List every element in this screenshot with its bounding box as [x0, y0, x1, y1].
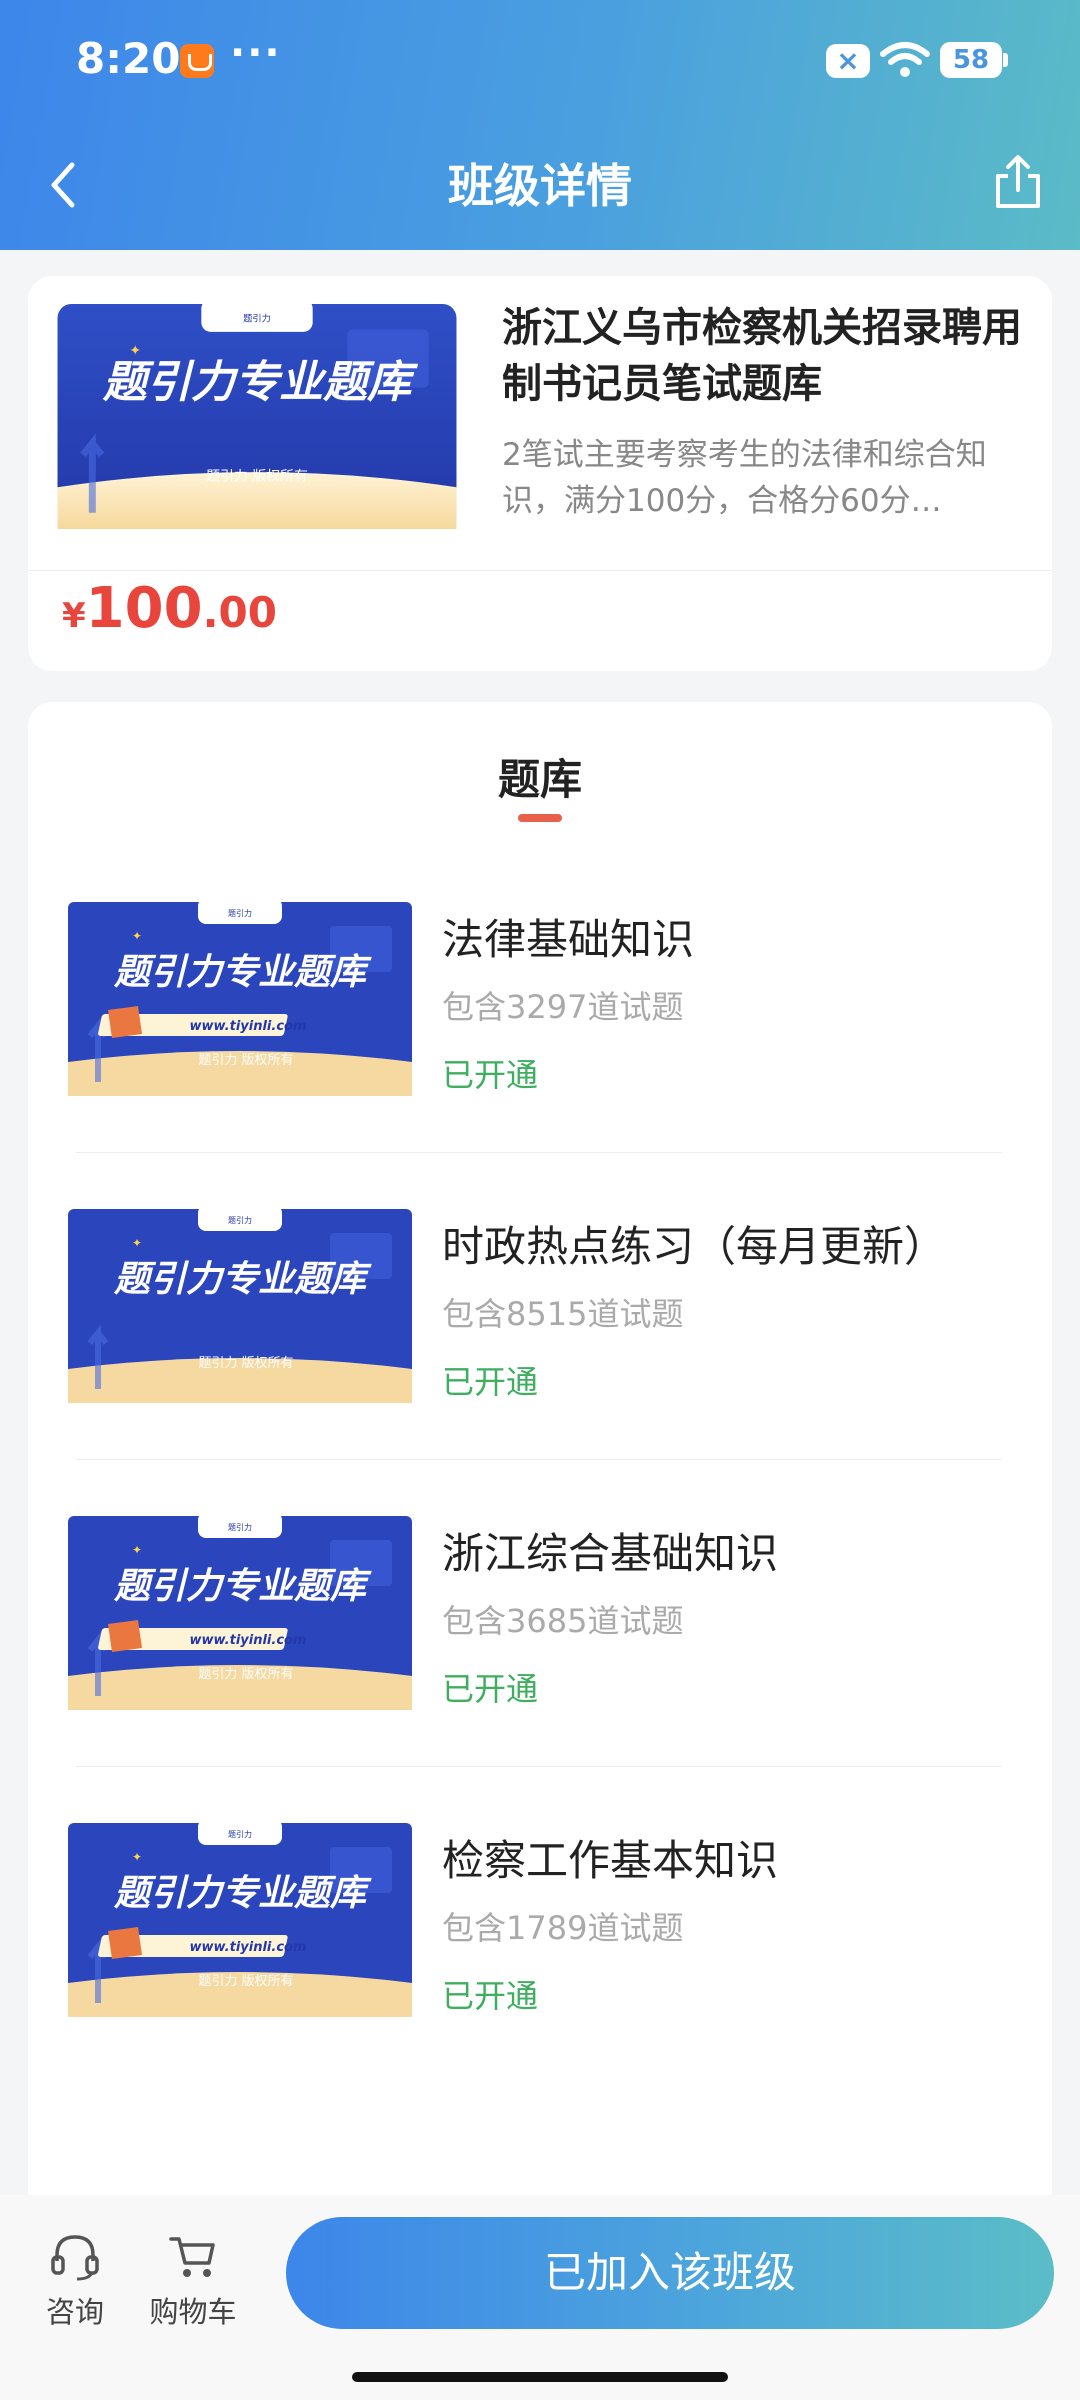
headset-icon [51, 2235, 99, 2281]
status-badge: 已开通 [442, 1363, 539, 1401]
thumb-url: www.tiyinli.com [189, 1019, 306, 1034]
price-decimal: .00 [202, 588, 277, 637]
cart-icon [169, 2237, 215, 2277]
thumb-copyright: 题引力 版权所有 [198, 1666, 293, 1682]
course-title: 浙江义乌市检察机关招录聘用制书记员笔试题库 [502, 305, 1022, 407]
svg-text:✦: ✦ [132, 1543, 142, 1557]
divider [28, 570, 1052, 571]
home-indicator [352, 2372, 728, 2382]
status-badge: 已开通 [442, 1977, 539, 2015]
thumb-logo-text: 题引力 [228, 908, 252, 918]
price-integer: 100 [85, 576, 203, 641]
close-icon: × [826, 44, 870, 78]
question-bank-panel: 题库 题引力 ✦ 题引力专业题库 www.tiyinli.com 题引力 版权所… [28, 702, 1052, 2202]
question-bank-name: 法律基础知识 [442, 915, 695, 964]
thumb-copyright: 题引力 版权所有 [198, 1052, 293, 1068]
thumb-url: www.tiyinli.com [189, 1633, 306, 1648]
bottom-action-bar: 咨询 购物车 已加入该班级 [0, 2195, 1080, 2400]
status-bar: 8:20 ··· × 58 [0, 0, 1080, 120]
share-icon[interactable] [990, 152, 1046, 212]
thumb-banner-text: 题引力专业题库 [113, 1259, 372, 1300]
question-bank-item[interactable]: 题引力 ✦ 题引力专业题库 www.tiyinli.com 题引力 版权所有 检… [28, 1823, 1052, 2129]
thumb-banner-text: 题引力专业题库 [113, 1873, 372, 1914]
svg-text:✦: ✦ [132, 1850, 142, 1864]
thumb-logo-text: 题引力 [243, 312, 271, 324]
top-header: 8:20 ··· × 58 班级详情 [0, 0, 1080, 250]
question-bank-thumbnail: 题引力 ✦ 题引力专业题库 www.tiyinli.com 题引力 版权所有 [68, 902, 412, 1096]
question-bank-name: 时政热点练习（每月更新） [442, 1222, 947, 1271]
wifi-icon [880, 42, 930, 77]
thumb-copyright: 题引力 版权所有 [206, 468, 308, 484]
thumb-banner-text: 题引力专业题库 [102, 357, 418, 408]
joined-class-button[interactable]: 已加入该班级 [286, 2217, 1054, 2329]
tab-underline [518, 814, 562, 822]
course-price: ¥100.00 [62, 576, 277, 641]
divider [76, 1459, 1002, 1460]
svg-text:✦: ✦ [132, 929, 142, 943]
question-count: 包含3297道试题 [442, 988, 684, 1026]
course-description: 2笔试主要考察考生的法律和综合知识，满分100分，合格分60分… [502, 437, 987, 519]
question-count: 包含1789道试题 [442, 1909, 684, 1947]
course-card: 题引力 ✦ 题引力专业题库 题引力 版权所有 浙江义乌市检察机关招录聘用制书记员… [28, 276, 1052, 671]
thumb-logo-text: 题引力 [228, 1215, 252, 1225]
cart-label: 购物车 [149, 2295, 237, 2329]
battery-icon: 58 [940, 42, 1008, 78]
question-count: 包含8515道试题 [442, 1295, 684, 1333]
question-bank-name: 检察工作基本知识 [442, 1836, 779, 1885]
tab-question-bank[interactable]: 题库 [28, 746, 1052, 807]
thumb-banner-text: 题引力专业题库 [113, 1566, 372, 1607]
question-bank-item[interactable]: 题引力 ✦ 题引力专业题库 题引力 版权所有 时政热点练习（每月更新） 包含85… [28, 1209, 1052, 1515]
thumb-copyright: 题引力 版权所有 [198, 1355, 293, 1371]
shopping-app-icon [180, 44, 214, 78]
status-time: 8:20 [76, 34, 181, 83]
thumb-logo-text: 题引力 [228, 1522, 252, 1532]
divider [76, 1766, 1002, 1767]
question-bank-thumbnail: 题引力 ✦ 题引力专业题库 www.tiyinli.com 题引力 版权所有 [68, 1516, 412, 1710]
question-count: 包含3685道试题 [442, 1602, 684, 1640]
thumb-logo-text: 题引力 [228, 1829, 252, 1839]
price-currency: ¥ [62, 596, 86, 636]
question-bank-thumbnail: 题引力 ✦ 题引力专业题库 题引力 版权所有 [68, 1209, 412, 1403]
svg-text:✦: ✦ [132, 1236, 142, 1250]
more-notifications-icon: ··· [230, 30, 282, 76]
page-title: 班级详情 [448, 159, 632, 213]
status-badge: 已开通 [442, 1670, 539, 1708]
question-bank-item[interactable]: 题引力 ✦ 题引力专业题库 www.tiyinli.com 题引力 版权所有 浙… [28, 1516, 1052, 1822]
question-bank-thumbnail: 题引力 ✦ 题引力专业题库 www.tiyinli.com 题引力 版权所有 [68, 1823, 412, 2017]
status-badge: 已开通 [442, 1056, 539, 1094]
question-bank-name: 浙江综合基础知识 [442, 1529, 779, 1578]
consult-label: 咨询 [45, 2295, 104, 2329]
divider [76, 1152, 1002, 1153]
consult-button[interactable]: 咨询 [20, 2231, 130, 2331]
question-bank-item[interactable]: 题引力 ✦ 题引力专业题库 www.tiyinli.com 题引力 版权所有 法… [28, 902, 1052, 1208]
thumb-banner-text: 题引力专业题库 [113, 952, 372, 993]
thumb-copyright: 题引力 版权所有 [198, 1973, 293, 1989]
course-thumbnail: 题引力 ✦ 题引力专业题库 题引力 版权所有 [57, 304, 457, 529]
thumb-url: www.tiyinli.com [189, 1940, 306, 1955]
cart-button[interactable]: 购物车 [138, 2231, 248, 2331]
